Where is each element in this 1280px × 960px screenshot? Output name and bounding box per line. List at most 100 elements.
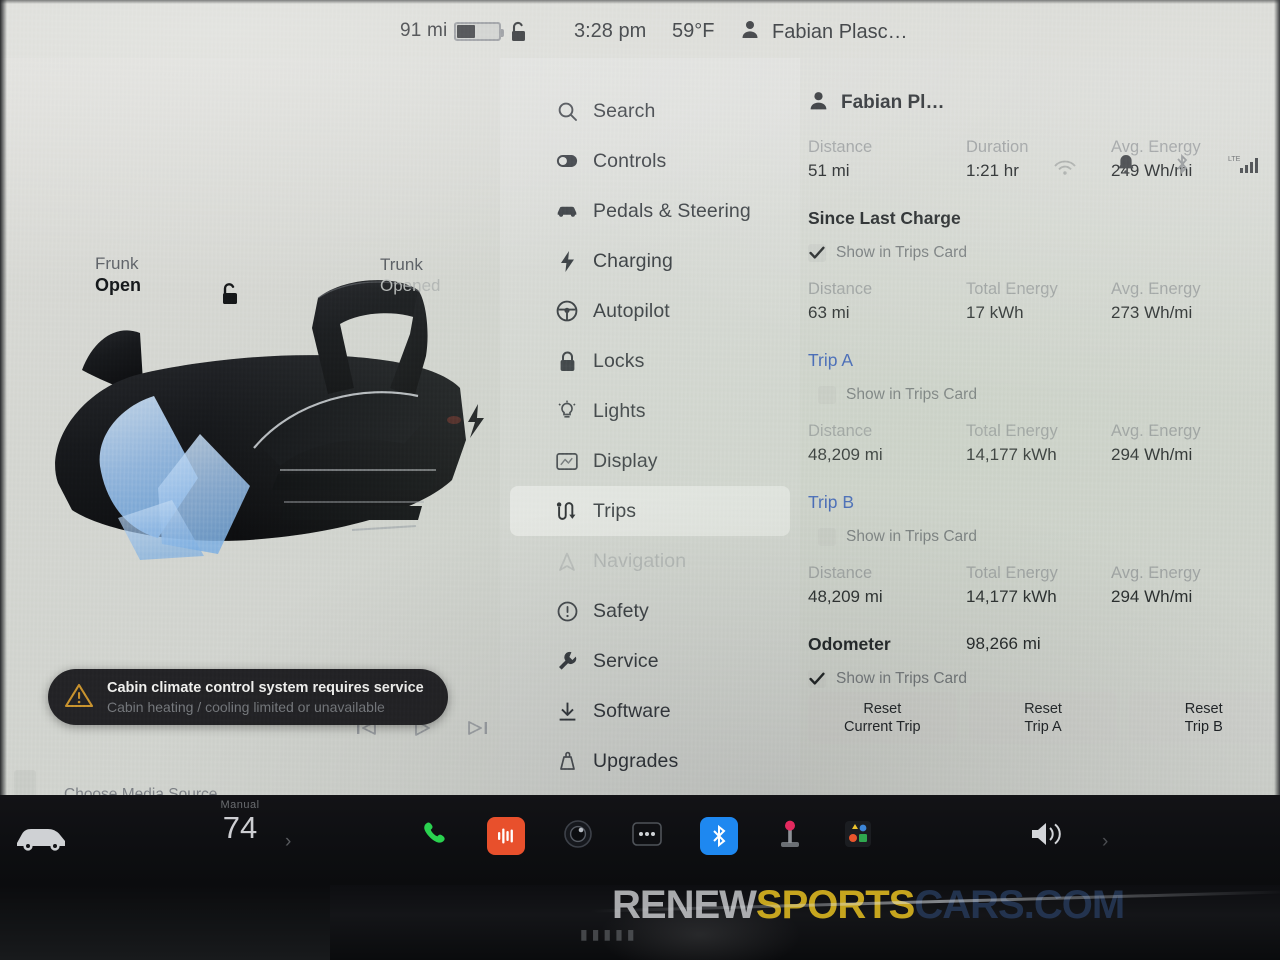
menu-label: Service [593, 649, 659, 672]
dock-app-icons [420, 817, 874, 855]
bell-icon[interactable] [1116, 153, 1136, 180]
car-front-icon [556, 203, 578, 219]
menu-label: Navigation [593, 549, 687, 572]
menu-label: Charging [593, 249, 673, 272]
speaker-volume-icon[interactable] [1028, 819, 1070, 854]
metric-cell: Distance 48,209 mi [808, 562, 966, 608]
trunk-status: Trunk Opened [380, 254, 441, 297]
media-app[interactable] [487, 817, 525, 855]
trunk-state: Opened [380, 276, 441, 295]
odometer-label: Odometer [808, 634, 891, 654]
media-source-info[interactable]: Choose Media Source No device connected [64, 785, 217, 795]
toybox-app[interactable] [842, 818, 874, 855]
section-title-since-last-charge: Since Last Charge [808, 208, 961, 228]
reset-trip-a-button[interactable]: Reset Trip A [968, 692, 1118, 744]
metric-cell: Distance 63 mi [808, 278, 966, 324]
metric-key: Distance [808, 138, 873, 156]
metric-cell: Distance 51 mi [808, 136, 966, 182]
menu-item-search[interactable]: Search [510, 86, 790, 136]
menu-item-charging[interactable]: Charging [510, 236, 790, 286]
lte-signal-icon[interactable]: LTE [1228, 153, 1262, 180]
frunk-state: Open [95, 275, 142, 295]
unlocked-padlock-icon[interactable] [218, 280, 242, 313]
display-icon [556, 452, 578, 471]
menu-item-trips[interactable]: Trips [510, 486, 790, 536]
bluetooth-app[interactable] [700, 817, 738, 855]
metric-cell: Distance 48,209 mi [808, 420, 966, 466]
clock[interactable]: 3:28 pm [574, 20, 646, 43]
odometer-value: 98,266 mi [966, 634, 1041, 653]
menu-item-display[interactable]: Display [510, 436, 790, 486]
watermark: RENEWSPORTSCARS.COM [612, 883, 1125, 928]
show-in-trips-card-trip-a[interactable]: Show in Trips Card [808, 384, 1258, 406]
settings-menu: Search Controls Pedals & Steering Chargi… [500, 58, 800, 795]
reset-trip-a-line1: Reset [1024, 701, 1062, 717]
skip-next-icon[interactable] [467, 718, 489, 743]
person-icon [808, 90, 829, 116]
camera-app[interactable] [562, 818, 594, 855]
wrench-icon [556, 650, 578, 672]
padlock-icon [556, 350, 578, 373]
since-last-charge-metrics: Distance 63 mi Total Energy 17 kWh Avg. … [808, 278, 1258, 324]
climate-temp-value: 74 [222, 810, 258, 845]
menu-item-controls[interactable]: Controls [510, 136, 790, 186]
menu-item-software[interactable]: Software [510, 686, 790, 736]
menu-label: Upgrades [593, 749, 679, 772]
metric-value: 63 mi [808, 303, 850, 322]
chevron-right-icon-secondary[interactable]: › [1102, 831, 1108, 853]
menu-item-locks[interactable]: Locks [510, 336, 790, 386]
metric-key: Total Energy [966, 422, 1058, 440]
show-in-trips-card-trip-b[interactable]: Show in Trips Card [808, 526, 1258, 548]
menu-item-safety[interactable]: Safety [510, 586, 790, 636]
photo-dark-left [0, 885, 330, 960]
show-in-trips-card-since-last-charge[interactable]: Show in Trips Card [808, 242, 1258, 264]
metric-cell: Avg. Energy 273 Wh/mi [1111, 278, 1271, 324]
menu-item-pedals-steering[interactable]: Pedals & Steering [510, 186, 790, 236]
menu-label: Software [593, 699, 671, 722]
menu-label: Autopilot [593, 299, 670, 322]
metric-cell: Total Energy 14,177 kWh [966, 562, 1111, 608]
climate-control-button[interactable]: Manual 74 [205, 799, 275, 845]
menu-item-service[interactable]: Service [510, 636, 790, 686]
watermark-part3: CARS.COM [914, 883, 1125, 927]
metric-value: 14,177 kWh [966, 587, 1057, 606]
trunk-label: Trunk [380, 255, 423, 274]
trips-profile-row[interactable]: Fabian Pl… [808, 88, 1258, 118]
menu-item-lights[interactable]: Lights [510, 386, 790, 436]
trip-b-metrics: Distance 48,209 mi Total Energy 14,177 k… [808, 562, 1258, 608]
menu-item-navigation[interactable]: Navigation [510, 536, 790, 586]
outside-temperature[interactable]: 59°F [672, 20, 714, 43]
checkbox-label: Show in Trips Card [846, 386, 977, 403]
show-in-trips-card-odometer[interactable]: Show in Trips Card [808, 668, 1258, 690]
car-side-icon[interactable] [14, 821, 68, 860]
menu-label: Controls [593, 149, 667, 172]
menu-item-autopilot[interactable]: Autopilot [510, 286, 790, 336]
more-apps[interactable] [631, 821, 663, 852]
metric-cell: Total Energy 17 kWh [966, 278, 1111, 324]
lock-open-icon[interactable] [508, 20, 530, 50]
svg-text:LTE: LTE [1228, 156, 1241, 163]
car-visualization-panel: Frunk Open Trunk Opened Cabin climate co… [0, 58, 500, 795]
range-indicator[interactable]: 91 mi [400, 20, 505, 42]
checkbox-checked [808, 670, 826, 688]
screenshot-root: 91 mi 3:28 pm 59°F Fabian Plasc… Frunk O… [0, 0, 1280, 960]
checkbox-unchecked [818, 528, 836, 546]
reset-trip-b-button[interactable]: Reset Trip B [1129, 692, 1279, 744]
range-value: 91 mi [400, 20, 448, 41]
driver-profile-button[interactable]: Fabian Plasc… [740, 19, 908, 46]
service-alert-toast[interactable]: Cabin climate control system requires se… [48, 669, 448, 725]
bolt-icon [556, 250, 578, 273]
wifi-icon[interactable] [1052, 155, 1078, 180]
checkbox-label: Show in Trips Card [846, 528, 977, 545]
reset-current-trip-button[interactable]: Reset Current Trip [808, 692, 957, 744]
phone-app[interactable] [420, 819, 450, 854]
metric-key: Distance [808, 280, 873, 298]
bluetooth-icon[interactable] [1174, 153, 1190, 180]
section-title-trip-a: Trip A [808, 350, 854, 370]
arcade-app[interactable] [775, 818, 805, 855]
menu-item-upgrades[interactable]: Upgrades [510, 736, 790, 786]
trip-a-metrics: Distance 48,209 mi Total Energy 14,177 k… [808, 420, 1258, 466]
search-icon [556, 101, 578, 122]
chevron-right-icon[interactable]: › [285, 831, 291, 853]
metric-key: Avg. Energy [1111, 564, 1201, 582]
